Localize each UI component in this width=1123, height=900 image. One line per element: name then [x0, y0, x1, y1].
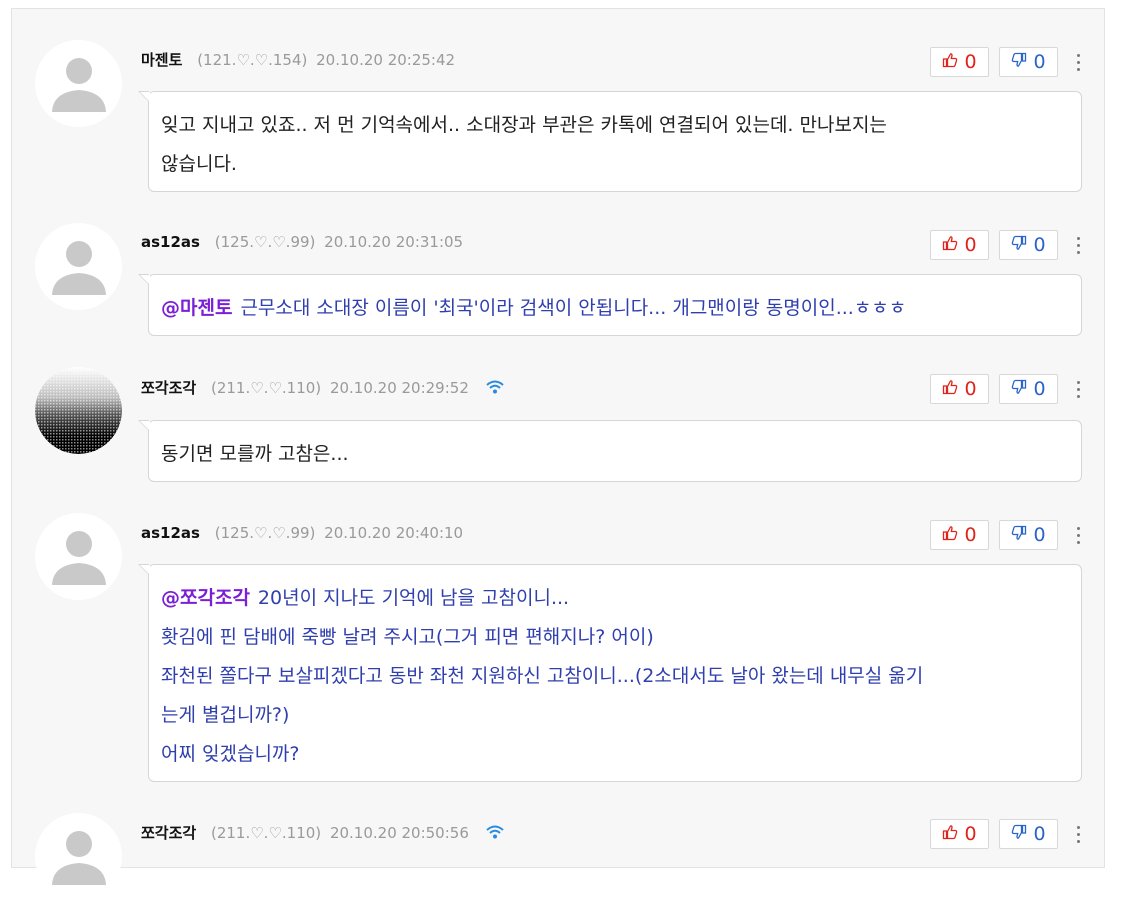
thumbs-down-icon	[1011, 234, 1027, 256]
dislike-count: 0	[1033, 378, 1046, 400]
avatar[interactable]	[35, 223, 122, 310]
avatar[interactable]	[35, 367, 122, 454]
like-button[interactable]: 0	[930, 47, 989, 77]
comment-meta: as12as (125.♡.♡.99) 20.10.20 20:31:05	[141, 233, 463, 255]
comment-text-line: 좌천된 쫄다구 보살피겠다고 동반 좌천 지원하신 고참이니...(2소대서도 …	[161, 665, 924, 687]
comment-meta: 쪼각조각 (211.♡.♡.110) 20.10.20 20:29:52	[141, 377, 504, 399]
comment-body: 잊고 지내고 있죠.. 저 먼 기억속에서.. 소대장과 부관은 카톡에 연결되…	[138, 91, 1082, 192]
avatar[interactable]	[35, 813, 122, 900]
like-button[interactable]: 0	[930, 374, 989, 404]
comment-body: 동기면 모를까 고참은...	[138, 420, 1082, 482]
comment-text-line: 는게 별겁니까?)	[161, 704, 290, 726]
thumbs-up-icon	[942, 378, 958, 400]
avatar[interactable]	[35, 40, 122, 127]
dislike-button[interactable]: 0	[999, 230, 1058, 260]
avatar[interactable]	[35, 513, 122, 600]
more-vertical-icon[interactable]	[1070, 377, 1086, 403]
comment-text-line: 동기면 모를까 고참은...	[161, 443, 349, 465]
thumbs-up-icon	[942, 51, 958, 73]
comment-meta: 마젠토 (121.♡.♡.154) 20.10.20 20:25:42	[141, 49, 455, 71]
author-name[interactable]: as12as	[141, 233, 200, 251]
author-name[interactable]: 쪼각조각	[141, 379, 196, 397]
thumbs-down-icon	[1011, 823, 1027, 845]
more-vertical-icon[interactable]	[1070, 822, 1086, 848]
comment-text: 20년이 지나도 기억에 남을 고참이니...	[257, 587, 570, 609]
like-button[interactable]: 0	[930, 819, 989, 849]
thumbs-down-icon	[1011, 378, 1027, 400]
dislike-button[interactable]: 0	[999, 819, 1058, 849]
comment-text-line: @마젠토 근무소대 소대장 이름이 '최국'이라 검색이 안됩니다... 개그맨이…	[161, 289, 1069, 328]
comment-text-line: 홧김에 핀 담배에 죽빵 날려 주시고(그거 피면 편해지나? 어이)	[161, 626, 654, 648]
user-mention-link[interactable]: @마젠토	[161, 297, 232, 319]
comment-text-line: 않습니다.	[161, 153, 237, 175]
timestamp: 20.10.20 20:40:10	[324, 524, 464, 542]
timestamp: 20.10.20 20:31:05	[324, 233, 464, 251]
timestamp: 20.10.20 20:50:56	[329, 824, 469, 842]
author-name[interactable]: 마젠토	[141, 51, 182, 69]
comment-text: 근무소대 소대장 이름이 '최국'이라 검색이 안됩니다... 개그맨이랑 동명…	[240, 297, 907, 319]
author-name[interactable]: as12as	[141, 524, 200, 542]
comment-meta: 쪼각조각 (211.♡.♡.110) 20.10.20 20:50:56	[141, 822, 504, 844]
dislike-count: 0	[1033, 234, 1046, 256]
more-vertical-icon[interactable]	[1070, 50, 1086, 76]
dislike-count: 0	[1033, 823, 1046, 845]
like-count: 0	[964, 524, 977, 546]
ip-address: (125.♡.♡.99)	[214, 524, 316, 542]
timestamp: 20.10.20 20:29:52	[329, 379, 469, 397]
comment-body: @마젠토 근무소대 소대장 이름이 '최국'이라 검색이 안됩니다... 개그맨이…	[138, 274, 1082, 336]
user-mention-link[interactable]: @쪼각조각	[161, 587, 250, 609]
thumbs-down-icon	[1011, 51, 1027, 73]
comment-text-line: @쪼각조각 20년이 지나도 기억에 남을 고참이니...	[161, 579, 1069, 618]
comment-text-line: 어찌 잊겠습니까?	[161, 743, 300, 765]
ip-address: (211.♡.♡.110)	[210, 379, 322, 397]
thumbs-up-icon	[942, 823, 958, 845]
dislike-count: 0	[1033, 524, 1046, 546]
dislike-button[interactable]: 0	[999, 47, 1058, 77]
comment-meta: as12as (125.♡.♡.99) 20.10.20 20:40:10	[141, 524, 463, 546]
dislike-button[interactable]: 0	[999, 520, 1058, 550]
thumbs-up-icon	[942, 524, 958, 546]
more-vertical-icon[interactable]	[1070, 233, 1086, 259]
author-name[interactable]: 쪼각조각	[141, 824, 196, 842]
timestamp: 20.10.20 20:25:42	[316, 51, 456, 69]
like-count: 0	[964, 823, 977, 845]
like-count: 0	[964, 378, 977, 400]
thumbs-down-icon	[1011, 524, 1027, 546]
like-button[interactable]: 0	[930, 520, 989, 550]
dislike-count: 0	[1033, 51, 1046, 73]
wifi-icon	[485, 380, 504, 398]
like-count: 0	[964, 51, 977, 73]
ip-address: (211.♡.♡.110)	[210, 824, 322, 842]
like-count: 0	[964, 234, 977, 256]
comment-body: @쪼각조각 20년이 지나도 기억에 남을 고참이니... 홧김에 핀 담배에 죽…	[138, 564, 1082, 782]
like-button[interactable]: 0	[930, 230, 989, 260]
ip-address: (121.♡.♡.154)	[197, 51, 308, 69]
ip-address: (125.♡.♡.99)	[214, 233, 316, 251]
more-vertical-icon[interactable]	[1070, 523, 1086, 549]
dislike-button[interactable]: 0	[999, 374, 1058, 404]
comment-text-line: 잊고 지내고 있죠.. 저 먼 기억속에서.. 소대장과 부관은 카톡에 연결되…	[161, 114, 887, 136]
thumbs-up-icon	[942, 234, 958, 256]
